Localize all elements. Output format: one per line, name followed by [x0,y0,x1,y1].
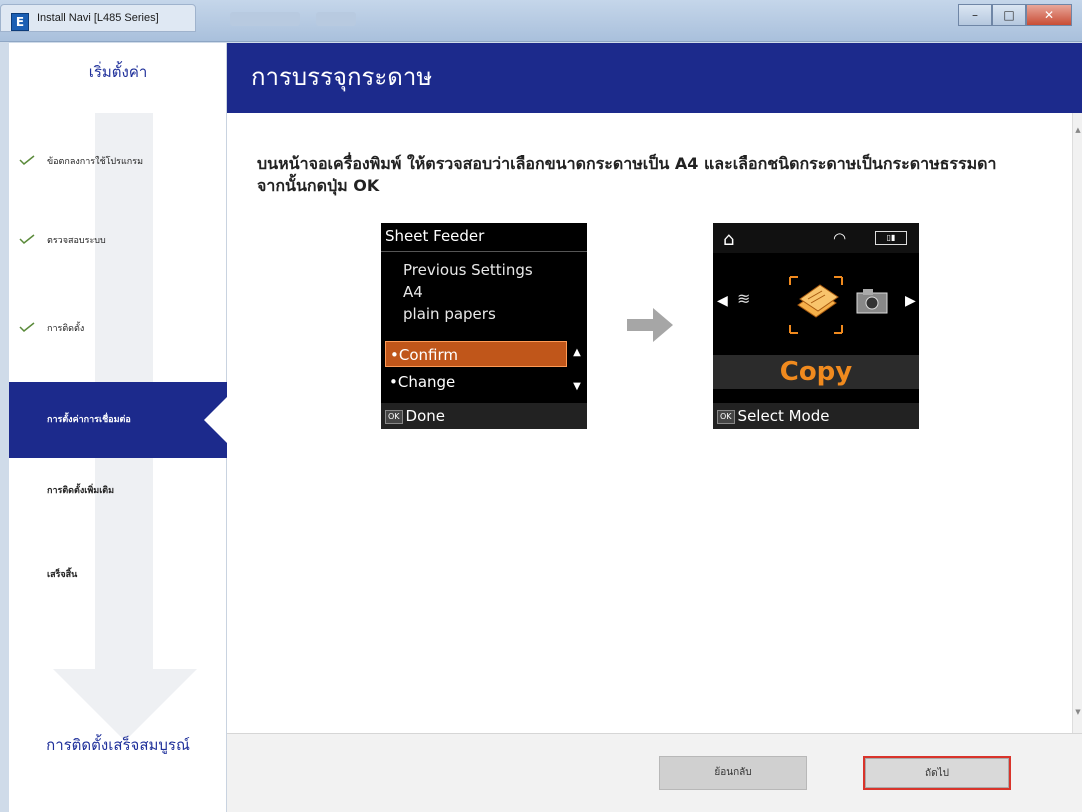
lcd-footer: OK Done [381,403,587,429]
sidebar-step-agreement: ข้อตกลงการใช้โปรแกรม [9,150,227,174]
lcd-option-label: Confirm [398,346,458,364]
maximize-button[interactable]: □ [992,4,1026,26]
ok-badge: OK [717,409,735,424]
wifi-icon: ◠ [833,229,847,247]
minimize-button[interactable]: – [958,4,992,26]
scroll-down-arrow-icon[interactable]: ▼ [1073,707,1082,717]
check-icon [19,322,35,332]
lcd-footer-label: Done [405,407,446,425]
sidebar-step-label: เสร็จสิ้น [47,570,78,580]
sidebar-step-label: การติดตั้งเพิ่มเติม [47,486,115,496]
bullet: • [389,373,398,391]
printer-lcd-home: ⌂ ◠ ▯▮ ◀ ≋ ▶ Copy OK Select Mode [713,223,919,429]
window-controls: – □ ✕ [958,4,1072,26]
lcd-line: A4 [403,283,423,301]
lcd-footer: OK Select Mode [713,403,919,429]
content-area: บนหน้าจอเครื่องพิมพ์ ให้ตรวจสอบว่าเลือกข… [227,113,1072,733]
progress-arrow-head [53,669,197,741]
background-tab [230,12,300,26]
ok-badge: OK [385,409,403,424]
next-button[interactable]: ถัดไป [863,756,1011,790]
window-tab: E Install Navi [L485 Series] [0,4,196,32]
sidebar-step-additional-install: การติดตั้งเพิ่มเติม [9,479,227,503]
sidebar-step-label: ตรวจสอบระบบ [47,236,106,246]
scan-mode-icon [856,289,888,314]
bullet: • [390,346,399,364]
lcd-divider [381,251,587,252]
sidebar-step-label: ข้อตกลงการใช้โปรแกรม [47,157,143,167]
sidebar: เริ่มตั้งค่า ข้อตกลงการใช้โปรแกรม ตรวจสอ… [9,43,228,812]
printer-lcd-paper-settings: Sheet Feeder Previous Settings A4 plain … [381,223,587,429]
sidebar-step-label: การติดตั้ง [47,324,85,334]
lcd-header: Sheet Feeder [385,227,485,245]
lcd-line: plain papers [403,305,496,323]
close-button[interactable]: ✕ [1026,4,1072,26]
sidebar-step-installation: การติดตั้ง [9,317,227,341]
sidebar-start-label: เริ่มตั้งค่า [88,63,148,81]
back-button[interactable]: ย้อนกลับ [659,756,807,790]
ink-level-icon: ▯▮ [875,231,907,245]
lcd-status-bar: ⌂ ◠ ▯▮ [713,223,919,253]
active-step-indicator [204,396,228,444]
lcd-option-confirm: •Confirm [385,341,567,367]
sidebar-step-finish: เสร็จสิ้น [9,563,227,587]
check-icon [19,155,35,165]
scroll-up-icon: ▲ [573,347,581,358]
window-titlebar: E Install Navi [L485 Series] – □ ✕ [0,0,1082,42]
scroll-down-icon: ▼ [573,381,581,392]
background-tab [316,12,356,26]
page-title: การบรรจุกระดาษ [251,63,433,91]
copy-mode-icon [789,276,843,334]
lcd-option-label: Change [397,373,456,391]
footer-bar: ย้อนกลับ ถัดไป [227,733,1082,812]
page-header: การบรรจุกระดาษ [227,43,1082,113]
sidebar-complete-label: การติดตั้งเสร็จสมบูรณ์ [46,736,190,754]
left-arrow-icon: ◀ [717,293,728,309]
lcd-line: Previous Settings [403,261,533,279]
mode-label: Copy [713,355,919,389]
home-icon: ⌂ [723,229,735,250]
scroll-up-arrow-icon[interactable]: ▲ [1073,125,1082,135]
wifi-setup-icon: ≋ [737,289,751,308]
right-arrow-icon: ▶ [905,293,916,309]
arrow-right-icon [627,308,673,342]
sidebar-step-system-check: ตรวจสอบระบบ [9,229,227,253]
lcd-footer-label: Select Mode [737,407,830,425]
sidebar-step-label: การตั้งค่าการเชื่อมต่อ [47,415,131,425]
window-title: Install Navi [L485 Series] [37,12,159,24]
sidebar-step-connection-settings: การตั้งค่าการเชื่อมต่อ [9,382,228,458]
lcd-option-change: •Change [385,369,567,395]
vertical-scrollbar[interactable]: ▲ ▼ [1072,113,1082,733]
instruction-text: บนหน้าจอเครื่องพิมพ์ ให้ตรวจสอบว่าเลือกข… [257,154,997,195]
app-icon: E [11,13,29,31]
check-icon [19,234,35,244]
